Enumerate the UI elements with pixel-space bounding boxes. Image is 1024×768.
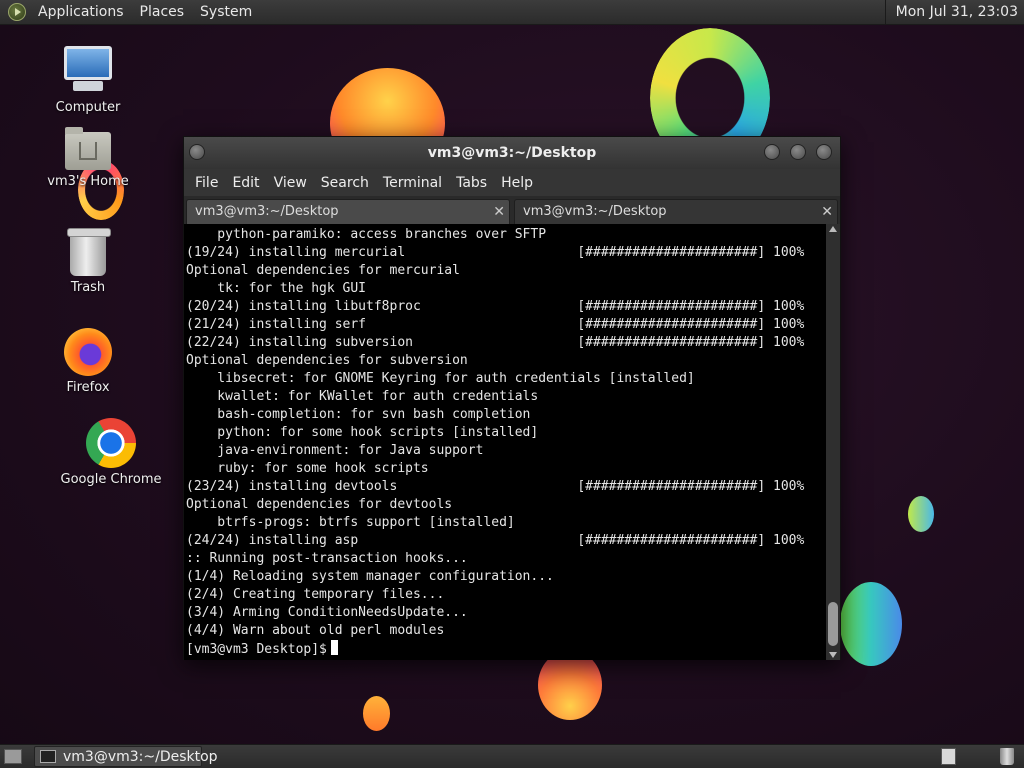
window-menu-button[interactable] — [189, 144, 205, 160]
system-menu[interactable]: System — [192, 0, 260, 25]
terminal-line: btrfs-progs: btrfs support [installed] — [186, 515, 515, 530]
terminal-line: (24/24) installing asp [################… — [186, 533, 805, 548]
terminal-line: (22/24) installing subversion [#########… — [186, 335, 805, 350]
terminal-output: python-paramiko: access branches over SF… — [184, 224, 826, 659]
terminal-menubar: File Edit View Search Terminal Tabs Help — [184, 169, 840, 196]
tab-label: vm3@vm3:~/Desktop — [523, 204, 667, 219]
maximize-button[interactable] — [790, 144, 806, 160]
menu-terminal[interactable]: Terminal — [376, 175, 449, 191]
desktop-icon-firefox[interactable]: Firefox — [33, 328, 143, 395]
bottom-panel: vm3@vm3:~/Desktop — [0, 744, 1024, 768]
window-titlebar[interactable]: vm3@vm3:~/Desktop — [184, 137, 840, 169]
tab-close-icon[interactable]: ✕ — [493, 200, 505, 224]
menu-edit[interactable]: Edit — [225, 175, 266, 191]
trash-applet-icon[interactable] — [1000, 748, 1014, 765]
terminal-line: (21/24) installing serf [###############… — [186, 317, 805, 332]
terminal-line: (20/24) installing libutf8proc [########… — [186, 299, 805, 314]
top-panel-menu: Applications Places System — [0, 0, 260, 24]
scroll-down-arrow-icon[interactable] — [829, 652, 837, 658]
wallpaper-blob-bottom-center — [538, 650, 602, 720]
terminal-line: (3/4) Arming ConditionNeedsUpdate... — [186, 605, 468, 620]
desktop-icon-label: Firefox — [66, 380, 110, 395]
terminal-line: (2/4) Creating temporary files... — [186, 587, 445, 602]
applications-logo-icon[interactable] — [8, 3, 26, 21]
desktop-icon-label: vm3's Home — [47, 174, 129, 189]
wallpaper-blob-small-right — [908, 496, 934, 532]
terminal-tab-2[interactable]: vm3@vm3:~/Desktop ✕ — [514, 199, 838, 224]
terminal-prompt-line[interactable]: [vm3@vm3 Desktop]$ — [186, 640, 826, 659]
terminal-line: Optional dependencies for mercurial — [186, 263, 460, 278]
applications-menu[interactable]: Applications — [30, 0, 132, 25]
terminal-line: java-environment: for Java support — [186, 443, 484, 458]
desktop-icon-label: Trash — [70, 280, 106, 295]
scrollbar-thumb[interactable] — [828, 602, 838, 646]
terminal-line: libsecret: for GNOME Keyring for auth cr… — [186, 371, 695, 386]
terminal-cursor — [330, 640, 338, 655]
minimize-button[interactable] — [764, 144, 780, 160]
desktop-icon-label: Google Chrome — [60, 472, 162, 487]
desktop-icon-trash[interactable]: Trash — [33, 228, 143, 295]
terminal-line: bash-completion: for svn bash completion — [186, 407, 531, 422]
terminal-line: (23/24) installing devtools [###########… — [186, 479, 805, 494]
terminal-line: (1/4) Reloading system manager configura… — [186, 569, 554, 584]
terminal-scrollbar[interactable] — [826, 224, 840, 660]
terminal-line: (19/24) installing mercurial [##########… — [186, 245, 805, 260]
trash-icon — [67, 228, 111, 276]
menu-tabs[interactable]: Tabs — [449, 175, 494, 191]
wallpaper-blob-bottom-left — [363, 696, 390, 731]
tab-close-icon[interactable]: ✕ — [821, 200, 833, 224]
terminal-output-area[interactable]: python-paramiko: access branches over SF… — [184, 224, 826, 660]
top-panel: Applications Places System Mon Jul 31, 2… — [0, 0, 1024, 25]
window-title: vm3@vm3:~/Desktop — [427, 145, 597, 161]
terminal-line: Optional dependencies for subversion — [186, 353, 468, 368]
taskbar-window-button[interactable]: vm3@vm3:~/Desktop — [34, 746, 218, 767]
terminal-line: :: Running post-transaction hooks... — [186, 551, 468, 566]
computer-icon — [64, 46, 112, 96]
places-menu[interactable]: Places — [132, 0, 193, 25]
workspace-switcher[interactable] — [941, 748, 956, 765]
taskbar-window-label: vm3@vm3:~/Desktop — [63, 749, 218, 765]
terminal-line: tk: for the hgk GUI — [186, 281, 367, 296]
menu-view[interactable]: View — [267, 175, 314, 191]
menu-help[interactable]: Help — [494, 175, 540, 191]
terminal-line: python-paramiko: access branches over SF… — [186, 227, 547, 242]
terminal-line: kwallet: for KWallet for auth credential… — [186, 389, 539, 404]
terminal-line: ruby: for some hook scripts — [186, 461, 429, 476]
show-desktop-icon[interactable] — [4, 749, 22, 764]
clock[interactable]: Mon Jul 31, 23:03 — [884, 0, 1024, 25]
desktop-icon-home[interactable]: vm3's Home — [33, 127, 143, 189]
menu-file[interactable]: File — [188, 175, 225, 191]
chrome-icon — [86, 418, 136, 468]
close-button[interactable] — [816, 144, 832, 160]
terminal-tab-1[interactable]: vm3@vm3:~/Desktop ✕ — [186, 199, 510, 224]
firefox-icon — [64, 328, 112, 376]
scroll-up-arrow-icon[interactable] — [829, 226, 837, 232]
terminal-window[interactable]: vm3@vm3:~/Desktop File Edit View Search … — [183, 136, 841, 660]
terminal-line: Optional dependencies for devtools — [186, 497, 453, 512]
terminal-icon — [40, 750, 56, 763]
desktop-icon-chrome[interactable]: Google Chrome — [56, 418, 166, 487]
desktop-icon-label: Computer — [55, 100, 121, 115]
menu-search[interactable]: Search — [314, 175, 376, 191]
desktop-icon-computer[interactable]: Computer — [33, 46, 143, 115]
tab-label: vm3@vm3:~/Desktop — [195, 204, 339, 219]
home-folder-icon — [65, 127, 111, 170]
terminal-line: (4/4) Warn about old perl modules — [186, 623, 445, 638]
terminal-prompt: [vm3@vm3 Desktop]$ — [186, 642, 327, 657]
terminal-line: python: for some hook scripts [installed… — [186, 425, 539, 440]
terminal-tabbar: vm3@vm3:~/Desktop ✕ vm3@vm3:~/Desktop ✕ — [184, 196, 840, 224]
wallpaper-blob-large-right — [840, 582, 902, 666]
